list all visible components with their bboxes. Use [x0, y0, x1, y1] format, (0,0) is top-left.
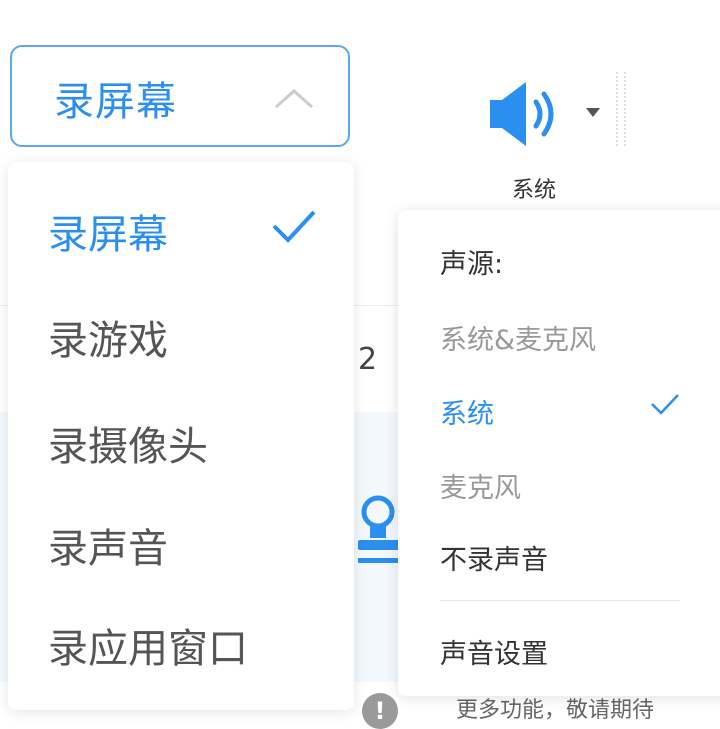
menu-divider: [440, 600, 680, 601]
record-mode-menu: 录屏幕 录游戏 录摄像头 录声音 录应用窗口: [8, 162, 354, 710]
toolbar-separator: [616, 72, 626, 146]
menu-item-label: 录应用窗口: [48, 626, 248, 672]
menu-item-record-app-window[interactable]: 录应用窗口: [48, 616, 248, 674]
record-mode-select[interactable]: 录屏幕: [10, 45, 350, 147]
background-partial-number: 2: [358, 342, 378, 377]
menu-item-label: 录屏幕: [48, 212, 168, 258]
audio-option-system[interactable]: 系统: [440, 392, 494, 431]
checkmark-icon: [651, 394, 679, 415]
warning-icon: !: [362, 693, 398, 729]
menu-item-label: 录游戏: [48, 318, 168, 364]
record-mode-value: 录屏幕: [54, 79, 177, 125]
menu-item-label: 录摄像头: [48, 424, 208, 470]
audio-source-control[interactable]: 系统: [486, 72, 636, 203]
background-footer-note: ! 更多功能，敬请期待: [362, 692, 654, 729]
menu-item-label: 录声音: [48, 526, 168, 572]
audio-source-menu: 声源: 系统&麦克风 系统 麦克风 不录声音 声音设置: [398, 210, 720, 696]
audio-option-system-and-mic[interactable]: 系统&麦克风: [440, 318, 596, 357]
menu-item-record-audio[interactable]: 录声音: [48, 516, 168, 574]
menu-item-record-game[interactable]: 录游戏: [48, 308, 168, 366]
checkmark-icon: [272, 210, 316, 243]
speaker-icon: [490, 82, 554, 146]
audio-source-label: 系统: [512, 178, 557, 203]
background-stamp-icon: [352, 486, 402, 568]
footer-text: 更多功能，敬请期待: [456, 698, 655, 723]
chevron-up-icon: [275, 88, 313, 109]
menu-item-record-screen[interactable]: 录屏幕: [48, 202, 316, 260]
audio-settings-button[interactable]: 声音设置: [440, 632, 548, 671]
audio-source-title: 声源:: [440, 249, 504, 280]
caret-down-icon[interactable]: [586, 108, 600, 118]
audio-option-microphone[interactable]: 麦克风: [440, 466, 521, 505]
audio-option-no-audio[interactable]: 不录声音: [440, 538, 548, 577]
menu-item-record-camera[interactable]: 录摄像头: [48, 414, 208, 472]
